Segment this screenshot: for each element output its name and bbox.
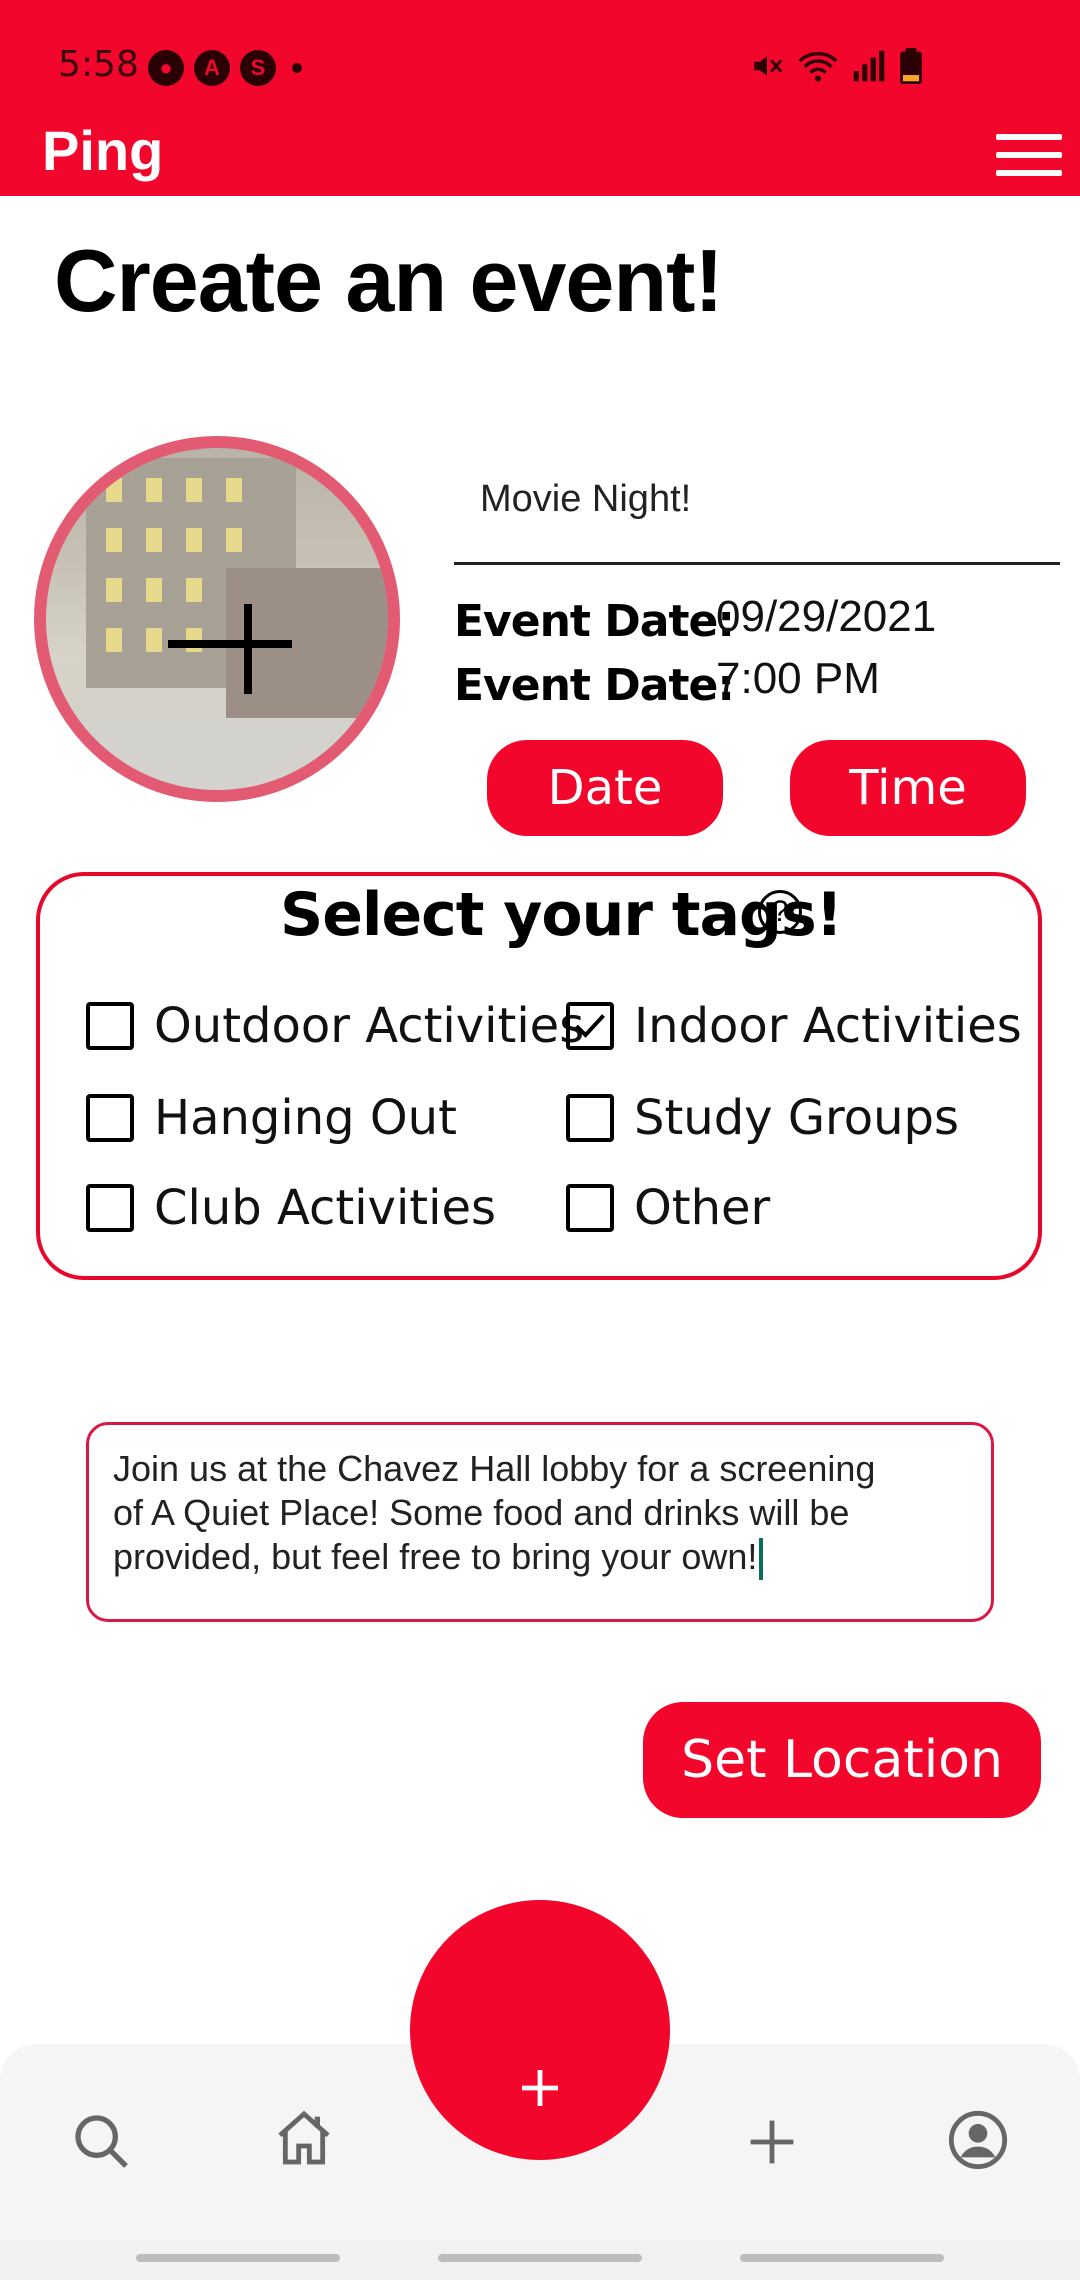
event-time-value: 7:00 PM	[716, 654, 880, 703]
search-icon[interactable]	[70, 2110, 134, 2174]
tag-hanging-out[interactable]: Hanging Out	[86, 1090, 457, 1146]
event-time-label: Event Date:	[454, 660, 735, 711]
checkbox-unchecked[interactable]	[566, 1094, 614, 1142]
s-app-icon: S	[240, 50, 276, 86]
notification-dot-icon	[292, 63, 302, 73]
tag-label: Outdoor Activities	[154, 998, 585, 1054]
home-icon[interactable]	[272, 2106, 336, 2170]
status-notification-icons: ● A S	[148, 48, 302, 88]
gesture-pill	[438, 2254, 642, 2262]
description-line: provided, but feel free to bring your ow…	[113, 1536, 758, 1577]
status-system-icons	[750, 48, 922, 84]
tag-indoor-activities[interactable]: Indoor Activities	[566, 998, 1022, 1054]
page-title: Create an event!	[54, 231, 724, 330]
tag-outdoor-activities[interactable]: Outdoor Activities	[86, 998, 584, 1054]
add-photo-plus-icon-stem	[244, 604, 252, 694]
app-title: Ping	[42, 119, 164, 182]
checkbox-checked[interactable]	[566, 1002, 614, 1050]
tag-label: Hanging Out	[154, 1090, 457, 1146]
add-icon[interactable]	[740, 2110, 804, 2174]
mute-icon	[754, 56, 783, 76]
checkbox-unchecked[interactable]	[86, 1184, 134, 1232]
checkbox-unchecked[interactable]	[566, 1184, 614, 1232]
description-line-last: provided, but feel free to bring your ow…	[113, 1535, 967, 1581]
checkbox-unchecked[interactable]	[86, 1094, 134, 1142]
a-app-icon: A	[194, 50, 230, 86]
description-line: of A Quiet Place! Some food and drinks w…	[113, 1492, 850, 1533]
create-event-fab-plus-icon	[522, 2070, 558, 2106]
gesture-pill	[740, 2254, 944, 2262]
event-photo-image	[46, 448, 388, 790]
event-photo-picker[interactable]	[34, 436, 400, 802]
tag-club-activities[interactable]: Club Activities	[86, 1180, 496, 1236]
plaza-shape	[46, 718, 388, 790]
tag-label: Indoor Activities	[634, 998, 1022, 1054]
tag-other[interactable]: Other	[566, 1180, 770, 1236]
profile-icon[interactable]	[946, 2108, 1010, 2172]
time-button[interactable]: Time	[790, 740, 1026, 836]
description-line: Join us at the Chavez Hall lobby for a s…	[113, 1448, 876, 1489]
date-button[interactable]: Date	[487, 740, 723, 836]
tag-study-groups[interactable]: Study Groups	[566, 1090, 959, 1146]
wifi-icon	[798, 52, 838, 82]
checkbox-unchecked[interactable]	[86, 1002, 134, 1050]
event-date-label: Event Date:	[454, 596, 735, 647]
status-time: 5:58	[58, 44, 139, 85]
add-photo-plus-icon[interactable]	[168, 640, 292, 648]
hamburger-menu-icon[interactable]	[996, 134, 1062, 180]
battery-icon	[900, 48, 922, 84]
event-name-input[interactable]: Movie Night!	[480, 478, 691, 521]
snapchat-icon: ●	[148, 50, 184, 86]
create-event-fab[interactable]	[410, 1900, 670, 2160]
signal-icon	[853, 50, 885, 82]
event-description-input[interactable]: Join us at the Chavez Hall lobby for a s…	[86, 1422, 994, 1622]
set-location-button[interactable]: Set Location	[643, 1702, 1041, 1818]
gesture-pill	[136, 2254, 340, 2262]
tag-label: Other	[634, 1180, 771, 1236]
event-date-value: 09/29/2021	[716, 592, 937, 641]
event-name-underline	[454, 562, 1060, 565]
help-circle-icon[interactable]: ?	[758, 890, 802, 934]
tag-label: Study Groups	[634, 1090, 959, 1146]
checkmark-icon	[575, 1014, 605, 1038]
text-cursor	[759, 1538, 764, 1581]
tag-label: Club Activities	[154, 1180, 496, 1236]
